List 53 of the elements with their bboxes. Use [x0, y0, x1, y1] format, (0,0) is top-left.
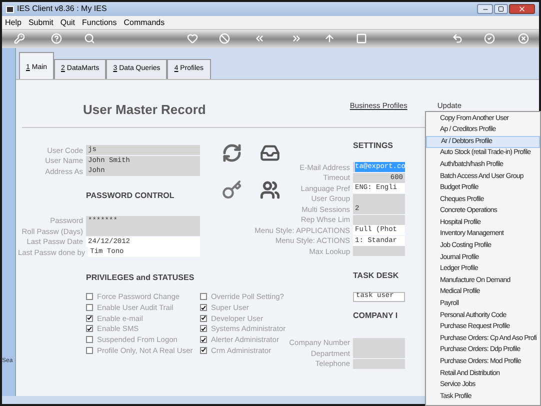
- section-title: SETTINGS: [353, 140, 394, 152]
- close-icon[interactable]: [518, 33, 529, 44]
- input-field[interactable]: [353, 214, 405, 225]
- menu-item[interactable]: Quit: [60, 16, 76, 28]
- input-field[interactable]: [353, 338, 405, 348]
- section-title: PRIVILEGES and STATUSES: [86, 272, 196, 284]
- close-icon: [518, 5, 526, 13]
- inbox-tray-icon[interactable]: [260, 143, 280, 163]
- checkbox[interactable]: [200, 346, 207, 354]
- input-field[interactable]: [353, 194, 405, 204]
- checkbox[interactable]: [200, 325, 207, 332]
- undo-icon[interactable]: [452, 33, 463, 44]
- double-right-icon[interactable]: [291, 33, 302, 44]
- checkbox[interactable]: [86, 293, 93, 300]
- section-title: COMPANY I: [353, 310, 399, 322]
- app-icon: [6, 6, 14, 12]
- menu-item[interactable]: Functions: [82, 16, 117, 28]
- section-title: PASSWORD CONTROL: [86, 190, 176, 202]
- checkbox[interactable]: [86, 304, 93, 312]
- menu-item[interactable]: Help: [5, 16, 22, 28]
- menu-item[interactable]: Commands: [124, 16, 165, 28]
- slashed-circle-icon[interactable]: [219, 33, 230, 44]
- input-field[interactable]: [353, 358, 405, 369]
- close-button[interactable]: [509, 4, 535, 14]
- input-field[interactable]: [353, 348, 405, 358]
- maximize-icon: [498, 6, 504, 12]
- key-icon[interactable]: [222, 180, 242, 200]
- heart-icon[interactable]: [187, 33, 198, 44]
- search-icon[interactable]: [84, 33, 95, 44]
- refresh-icon[interactable]: [222, 143, 242, 163]
- checkbox[interactable]: [200, 293, 207, 300]
- minimize-button[interactable]: [477, 4, 493, 14]
- page-heading: User Master Record: [83, 100, 206, 118]
- input-field[interactable]: [86, 226, 200, 236]
- help-icon[interactable]: [51, 33, 62, 44]
- section-title: TASK DESK: [353, 270, 400, 282]
- checkbox[interactable]: [200, 314, 207, 322]
- checkbox[interactable]: [86, 336, 93, 344]
- checkbox[interactable]: [200, 336, 207, 344]
- checkbox[interactable]: [86, 325, 93, 332]
- menu-item[interactable]: Submit: [28, 16, 54, 28]
- checkbox[interactable]: [200, 304, 207, 312]
- checkbox[interactable]: [86, 314, 93, 322]
- check-icon[interactable]: [484, 33, 495, 44]
- checkbox[interactable]: [86, 346, 93, 354]
- up-arrow-icon[interactable]: [324, 33, 335, 44]
- double-left-icon[interactable]: [254, 33, 265, 44]
- window-title: IES Client v8.36 : My IES: [17, 3, 107, 15]
- key-icon[interactable]: [14, 33, 25, 44]
- square-icon[interactable]: [356, 33, 367, 44]
- input-field[interactable]: [353, 246, 405, 256]
- maximize-button[interactable]: [494, 4, 508, 14]
- people-icon[interactable]: [260, 180, 280, 200]
